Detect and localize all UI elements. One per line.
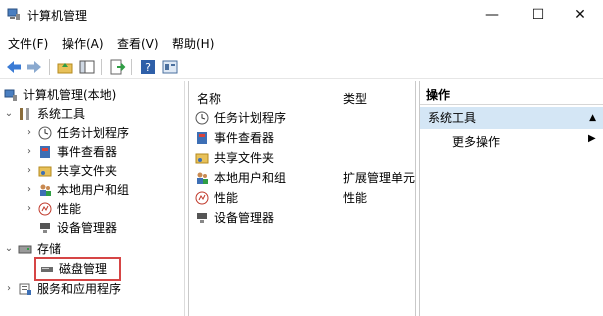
list-item[interactable]: 事件查看器 [195,128,274,147]
tree-label: 共享文件夹 [57,164,118,178]
chevron-right-icon[interactable]: › [24,165,34,176]
toolbar: ? [0,55,603,79]
actions-header: 操作 [420,85,603,105]
properties-view-icon[interactable] [161,58,179,76]
list-item[interactable]: 任务计划程序 [195,108,286,127]
maximize-button[interactable]: ☐ [515,0,561,30]
device-manager-icon [40,222,50,233]
toolbar-divider [101,59,102,75]
highlight-annotation [34,257,121,281]
close-icon: ✕ [574,7,586,23]
list-item-type: 扩展管理单元 [343,171,416,185]
close-button[interactable]: ✕ [557,0,603,30]
tree-label: 设备管理器 [57,221,118,235]
chevron-right-icon[interactable]: › [24,146,34,157]
tree-label: 性能 [57,202,82,216]
tree-label: 计算机管理(本地) [23,88,117,102]
more-actions-item[interactable]: 更多操作 [452,133,500,150]
svg-text:?: ? [145,61,151,74]
chevron-right-icon[interactable]: › [24,127,34,138]
list-item-name: 共享文件夹 [214,151,275,165]
collapse-arrow-icon[interactable]: ▲ [589,107,596,129]
up-folder-icon[interactable] [56,58,74,76]
toolbar-divider [49,59,50,75]
list-item-name: 设备管理器 [214,211,275,225]
help-icon[interactable]: ? [139,58,157,76]
show-hide-tree-icon[interactable] [78,58,96,76]
tree-item-shared-folders[interactable]: › 共享文件夹 [24,161,117,180]
navigation-tree: 计算机管理(本地) ⌄ 系统工具 › 任务计划程序 › 事件查看器 › 共享文件… [0,81,185,316]
list-item-name: 任务计划程序 [214,111,287,125]
shared-folder-icon [38,166,52,176]
list-item-type: 性能 [343,191,368,205]
list-item[interactable]: 本地用户和组 [195,168,286,187]
tree-item-event-viewer[interactable]: › 事件查看器 [24,142,117,161]
tree-item-services[interactable]: › 服务和应用程序 [4,279,121,298]
tree-item-root[interactable]: 计算机管理(本地) [4,85,116,104]
users-icon [40,184,51,196]
event-viewer-icon [197,131,207,144]
performance-icon [195,191,209,204]
performance-icon [38,202,52,215]
device-manager-icon [197,212,207,223]
submenu-arrow-icon[interactable]: ▶ [588,133,596,144]
tree-item-task-scheduler[interactable]: › 任务计划程序 [24,123,129,142]
event-viewer-icon [40,145,50,158]
tree-label: 系统工具 [37,107,86,121]
tools-icon [20,107,29,120]
chevron-right-icon[interactable]: › [24,184,34,195]
chevron-down-icon[interactable]: ⌄ [4,243,14,254]
tree-label: 存储 [37,242,62,256]
menu-bar: 文件(F) 操作(A) 查看(V) 帮助(H) [0,33,603,51]
users-icon [197,172,208,184]
tree-label: 服务和应用程序 [37,282,122,296]
chevron-down-icon[interactable]: ⌄ [4,108,14,119]
computer-management-icon [7,8,20,20]
list-item[interactable]: 性能 [195,188,238,207]
clock-icon [38,126,52,139]
actions-section-label: 系统工具 [428,111,477,125]
shared-folder-icon [195,153,209,163]
back-arrow-icon[interactable] [5,58,23,76]
tree-label: 事件查看器 [57,145,118,159]
list-item[interactable]: 设备管理器 [195,208,274,227]
storage-icon [18,245,32,253]
computer-management-icon [4,89,17,101]
export-list-icon[interactable] [108,58,126,76]
menu-help[interactable]: 帮助(H) [172,35,214,52]
tree-item-local-users[interactable]: › 本地用户和组 [24,180,129,199]
list-item-name: 事件查看器 [214,131,275,145]
maximize-icon: ☐ [531,7,545,23]
menu-file[interactable]: 文件(F) [8,35,48,52]
list-item-name: 性能 [214,191,239,205]
chevron-right-icon[interactable]: › [4,283,14,294]
tree-item-storage[interactable]: ⌄ 存储 [4,239,61,258]
tree-item-device-manager[interactable]: 设备管理器 [38,218,117,237]
column-header-name[interactable]: 名称 [197,90,221,107]
forward-arrow-icon[interactable] [25,58,43,76]
tree-item-system-tools[interactable]: ⌄ 系统工具 [4,104,85,123]
menu-action[interactable]: 操作(A) [62,35,104,52]
menu-view[interactable]: 查看(V) [117,35,159,52]
tree-label: 任务计划程序 [57,126,130,140]
tree-label: 本地用户和组 [57,183,130,197]
services-icon [19,283,31,295]
tree-item-performance[interactable]: › 性能 [24,199,81,218]
list-item-name: 本地用户和组 [214,171,287,185]
content-list: 名称 类型 任务计划程序 事件查看器 共享文件夹 本地用户和组 扩展管理单元 性… [188,81,416,316]
toolbar-divider [131,59,132,75]
actions-pane: 操作 系统工具 ▲ 更多操作 ▶ [419,81,603,316]
actions-section-system-tools[interactable]: 系统工具 ▲ [420,107,603,129]
chevron-right-icon[interactable]: › [24,203,34,214]
title-bar: 计算机管理 — ☐ ✕ [0,0,603,30]
minimize-icon: — [485,7,499,23]
window-title: 计算机管理 [27,9,88,23]
clock-icon [195,111,209,124]
minimize-button[interactable]: — [469,0,515,30]
column-header-type[interactable]: 类型 [343,90,367,107]
list-item[interactable]: 共享文件夹 [195,148,274,167]
